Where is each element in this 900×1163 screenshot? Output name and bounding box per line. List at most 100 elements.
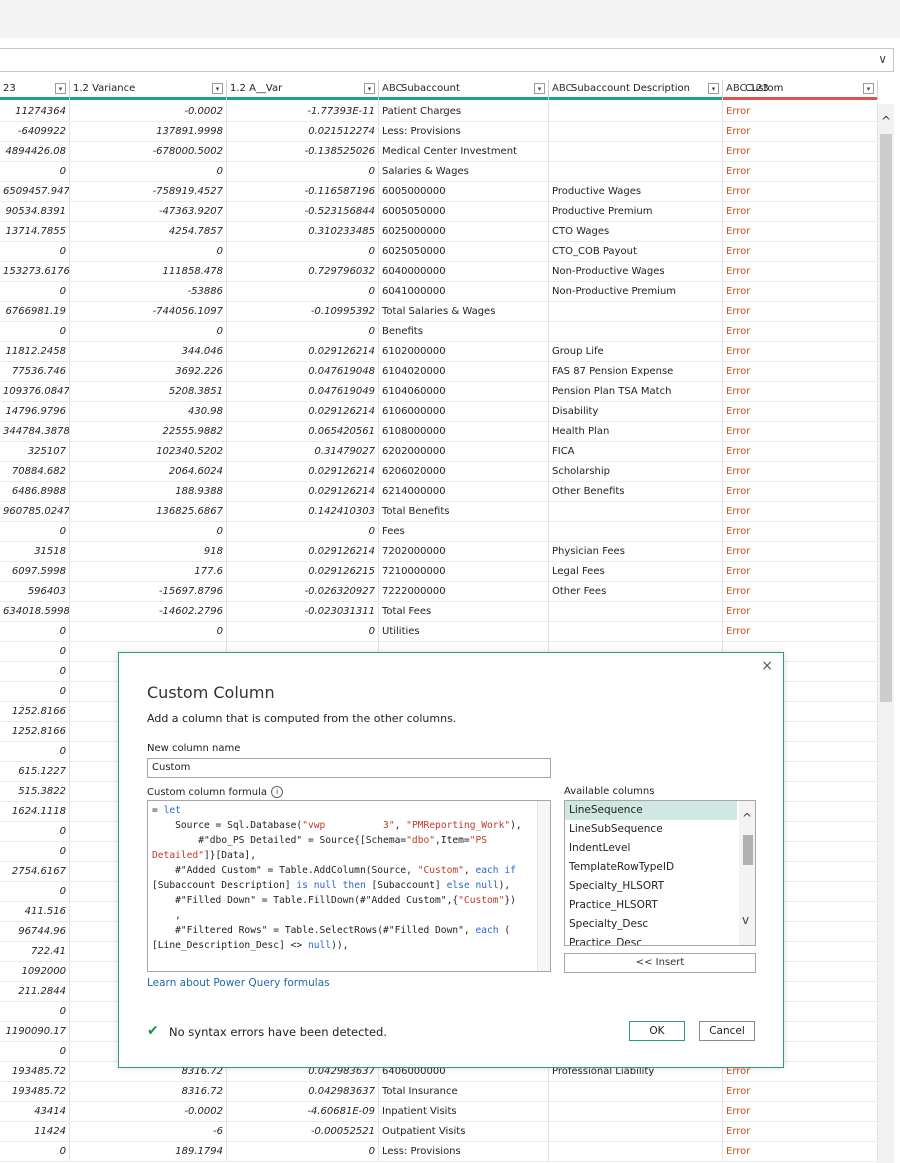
cell-col-subaccount[interactable]: 6104020000	[379, 362, 549, 382]
cell-col-variance[interactable]: 0	[70, 522, 227, 542]
cell-col-subaccount-description[interactable]	[549, 602, 723, 622]
cell-col-variance[interactable]: -0.0002	[70, 1102, 227, 1122]
cell-col-subaccount[interactable]: Total Insurance	[379, 1082, 549, 1102]
cell-col-custom[interactable]: Error	[723, 542, 878, 562]
cell-col-23[interactable]: 0	[0, 162, 70, 182]
cell-col-a-var[interactable]: 0.029126214	[227, 342, 379, 362]
cell-col-a-var[interactable]: 0	[227, 1142, 379, 1162]
available-column-item[interactable]: TemplateRowTypeID	[565, 858, 737, 877]
cell-col-variance[interactable]: 3692.226	[70, 362, 227, 382]
cell-col-23[interactable]: 6766981.19	[0, 302, 70, 322]
cell-col-23[interactable]: 0	[0, 822, 70, 842]
cell-col-subaccount-description[interactable]	[549, 122, 723, 142]
type-icon[interactable]: ABC	[382, 83, 403, 94]
cell-col-variance[interactable]: 111858.478	[70, 262, 227, 282]
available-columns-list[interactable]: LineSequence LineSubSequence IndentLevel Te…	[564, 800, 756, 946]
cell-col-23[interactable]: 14796.9796	[0, 402, 70, 422]
cell-col-subaccount[interactable]: 6104060000	[379, 382, 549, 402]
cell-col-23[interactable]: 6486.8988	[0, 482, 70, 502]
cell-col-23[interactable]: 1252.8166	[0, 722, 70, 742]
available-column-item[interactable]: Specialty_HLSORT	[565, 877, 737, 896]
filter-dropdown-icon[interactable]: ▾	[708, 83, 719, 94]
cell-col-a-var[interactable]: 0.029126214	[227, 542, 379, 562]
cell-col-23[interactable]: 0	[0, 622, 70, 642]
cell-col-subaccount-description[interactable]: Non-Productive Premium	[549, 282, 723, 302]
cell-col-23[interactable]: 153273.6176	[0, 262, 70, 282]
cell-col-variance[interactable]: 2064.6024	[70, 462, 227, 482]
cell-col-a-var[interactable]: 0.029126214	[227, 482, 379, 502]
cell-col-subaccount-description[interactable]: Disability	[549, 402, 723, 422]
cell-col-custom[interactable]: Error	[723, 1142, 878, 1162]
cell-col-a-var[interactable]: 0	[227, 162, 379, 182]
cell-col-variance[interactable]: 8316.72	[70, 1082, 227, 1102]
cell-col-23[interactable]: 344784.3878	[0, 422, 70, 442]
cell-col-subaccount-description[interactable]: FICA	[549, 442, 723, 462]
cell-col-variance[interactable]: -15697.8796	[70, 582, 227, 602]
cell-col-subaccount[interactable]: Utilities	[379, 622, 549, 642]
cell-col-subaccount-description[interactable]	[549, 302, 723, 322]
cell-col-custom[interactable]: Error	[723, 342, 878, 362]
cell-col-custom[interactable]: Error	[723, 422, 878, 442]
cell-col-subaccount-description[interactable]	[549, 1142, 723, 1162]
cell-col-a-var[interactable]: -1.77393E-11	[227, 102, 379, 122]
cell-col-23[interactable]: 109376.0847	[0, 382, 70, 402]
cell-col-variance[interactable]: 5208.3851	[70, 382, 227, 402]
cell-col-23[interactable]: 0	[0, 882, 70, 902]
cell-col-subaccount[interactable]: 6106000000	[379, 402, 549, 422]
filter-dropdown-icon[interactable]: ▾	[212, 83, 223, 94]
cell-col-subaccount[interactable]: Fees	[379, 522, 549, 542]
available-column-item[interactable]: LineSequence	[565, 801, 737, 820]
cell-col-subaccount-description[interactable]	[549, 102, 723, 122]
cell-col-variance[interactable]: 430.98	[70, 402, 227, 422]
cell-col-23[interactable]: 6509457.947	[0, 182, 70, 202]
cell-col-subaccount-description[interactable]: FAS 87 Pension Expense	[549, 362, 723, 382]
cell-col-a-var[interactable]: 0	[227, 282, 379, 302]
cell-col-a-var[interactable]: 0.31479027	[227, 442, 379, 462]
cell-col-subaccount[interactable]: 7210000000	[379, 562, 549, 582]
cell-col-23[interactable]: 634018.5998	[0, 602, 70, 622]
cell-col-variance[interactable]: 136825.6867	[70, 502, 227, 522]
cell-col-subaccount-description[interactable]: Non-Productive Wages	[549, 262, 723, 282]
filter-dropdown-icon[interactable]: ▾	[863, 83, 874, 94]
cell-col-23[interactable]: 11424	[0, 1122, 70, 1142]
filter-dropdown-icon[interactable]: ▾	[534, 83, 545, 94]
cell-col-custom[interactable]: Error	[723, 322, 878, 342]
cell-col-23[interactable]: 0	[0, 1002, 70, 1022]
cell-col-23[interactable]: 722.41	[0, 942, 70, 962]
cell-col-variance[interactable]: 0	[70, 622, 227, 642]
cell-col-23[interactable]: 11812.2458	[0, 342, 70, 362]
cell-col-23[interactable]: 211.2844	[0, 982, 70, 1002]
cell-col-23[interactable]: 6097.5998	[0, 562, 70, 582]
cell-col-subaccount-description[interactable]: Productive Wages	[549, 182, 723, 202]
cell-col-a-var[interactable]: 0.310233485	[227, 222, 379, 242]
cell-col-subaccount[interactable]: 6005000000	[379, 182, 549, 202]
cell-col-a-var[interactable]: -0.10995392	[227, 302, 379, 322]
cell-col-subaccount[interactable]: Total Benefits	[379, 502, 549, 522]
cell-col-subaccount[interactable]: Benefits	[379, 322, 549, 342]
available-column-item[interactable]: LineSubSequence	[565, 820, 737, 839]
cell-col-custom[interactable]: Error	[723, 582, 878, 602]
close-icon[interactable]: ×	[761, 658, 773, 674]
cell-col-subaccount-description[interactable]	[549, 502, 723, 522]
cell-col-custom[interactable]: Error	[723, 1082, 878, 1102]
cell-col-subaccount[interactable]: 6214000000	[379, 482, 549, 502]
cell-col-23[interactable]: -6409922	[0, 122, 70, 142]
cell-col-23[interactable]: 0	[0, 282, 70, 302]
available-column-item[interactable]: Specialty_Desc	[565, 915, 737, 934]
cell-col-subaccount[interactable]: Less: Provisions	[379, 122, 549, 142]
cell-col-custom[interactable]: Error	[723, 362, 878, 382]
cell-col-custom[interactable]: Error	[723, 162, 878, 182]
cell-col-subaccount-description[interactable]	[549, 142, 723, 162]
cell-col-custom[interactable]: Error	[723, 602, 878, 622]
cell-col-a-var[interactable]: 0.047619048	[227, 362, 379, 382]
cell-col-23[interactable]: 615.1227	[0, 762, 70, 782]
cell-col-23[interactable]: 77536.746	[0, 362, 70, 382]
cell-col-variance[interactable]: 188.9388	[70, 482, 227, 502]
cell-col-a-var[interactable]: 0.065420561	[227, 422, 379, 442]
header-col-variance[interactable]: 1.2 Variance ▾	[70, 80, 227, 100]
cell-col-variance[interactable]: -14602.2796	[70, 602, 227, 622]
cell-col-23[interactable]: 0	[0, 642, 70, 662]
cell-col-23[interactable]: 0	[0, 242, 70, 262]
cell-col-variance[interactable]: 0	[70, 162, 227, 182]
cell-col-23[interactable]: 4894426.08	[0, 142, 70, 162]
